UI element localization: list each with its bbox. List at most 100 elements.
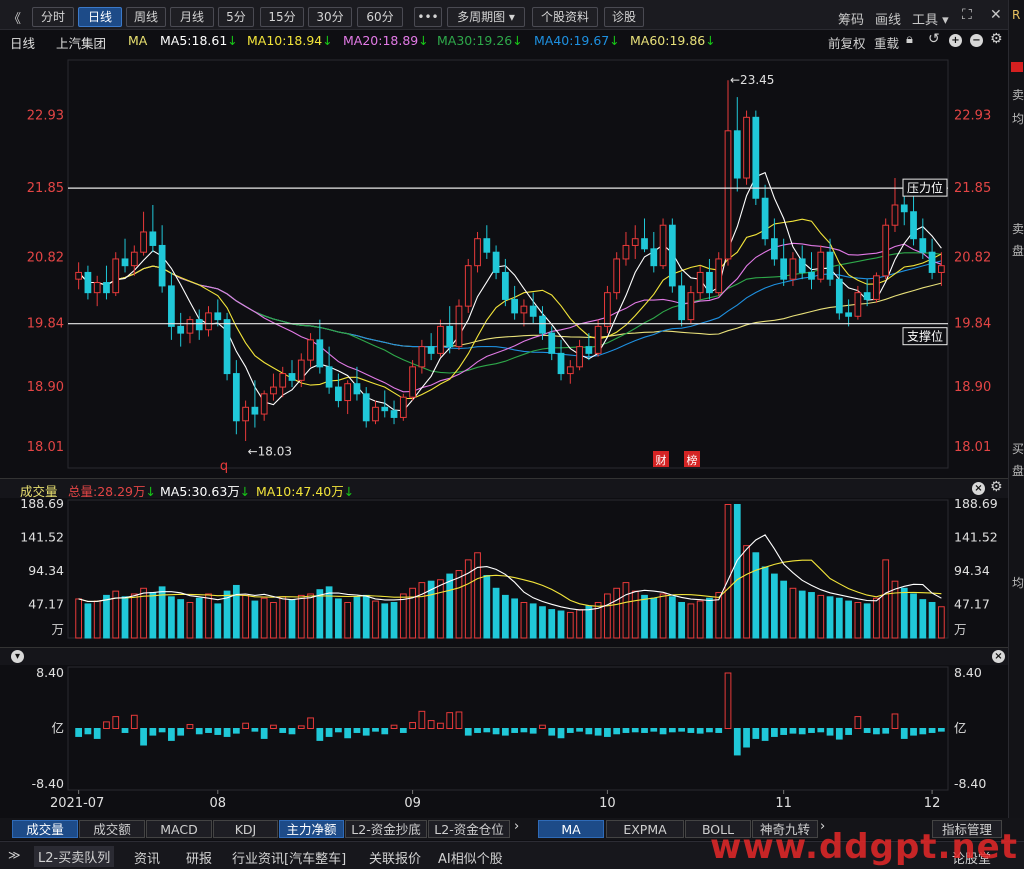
indicator-tab-0[interactable]: 成交量 [12,820,78,838]
flow-bar [149,728,157,736]
indicator-tab-6[interactable]: L2-资金仓位 [428,820,510,838]
volume-bar [409,587,416,639]
flow-bar [650,728,658,732]
volume-bar [455,570,463,639]
flow-bar [232,728,240,734]
flow-bar [733,728,741,756]
flow-bar [223,728,231,737]
flow-bar [604,728,611,737]
candle-body [576,346,583,368]
close-flow-panel-icon[interactable]: × [992,650,1005,663]
candle-body [900,204,908,213]
volume-bar [566,611,574,639]
flow-bar [900,728,908,739]
more-periods-button[interactable]: ••• [414,7,442,27]
lock-icon[interactable]: 🔒︎ [906,32,913,47]
candle-body [242,406,249,422]
undo-icon[interactable]: ↺ [928,31,940,47]
kline-chart-area[interactable]: 22.93 22.93 21.85 21.85 20.82 20.82 19.84 19.84… [0,30,1008,820]
volume-title[interactable]: 成交量 [20,481,58,500]
candle-body [437,325,444,354]
x-axis-label: 10 [599,796,616,811]
candle-body [696,271,704,294]
ma5-value: MA5:18.61↓ [160,33,238,48]
flow-bar [678,728,685,732]
status-item-5[interactable]: AI相似个股 [438,848,503,867]
draw-line-button[interactable]: 画线 [875,9,901,28]
adjust-button[interactable]: 前复权 [828,33,866,52]
flow-bar [362,728,370,736]
diagnose-button[interactable]: 诊股 [604,7,644,27]
multi-period-button[interactable]: 多周期图 ▾ [447,7,525,27]
candle-body [223,319,231,375]
status-item-1[interactable]: 资讯 [134,848,160,867]
status-item-4[interactable]: 关联报价 [369,848,421,867]
flow-bar [93,728,101,739]
x-axis-label: 08 [210,796,227,811]
flow-bar [808,728,815,733]
volume-bar [270,601,277,639]
indicator-name[interactable]: MA [128,33,147,48]
flow-bar [437,722,444,730]
candle-body [455,305,463,348]
chart-canvas[interactable]: 22.93 22.93 21.85 21.85 20.82 20.82 19.84 19.84… [0,30,1008,820]
volume-bar [93,600,101,639]
period-tab-3[interactable]: 月线 [170,7,214,27]
status-item-3[interactable]: 行业资讯[汽车整车] [232,848,346,867]
collapse-bottom-icon[interactable]: ≫ [8,848,21,862]
candle-body [743,116,750,179]
flow-bar [882,728,890,734]
zoom-out-icon[interactable]: − [970,34,983,47]
volume-settings-icon[interactable]: ⚙ [990,479,1003,495]
indicator-tab-4[interactable]: 主力净额 [279,820,344,838]
volume-bar [437,579,444,639]
ma-tab-0[interactable]: MA [538,820,604,838]
period-tab-1[interactable]: 日线 [78,7,122,27]
volume-bar [826,596,834,639]
period-tab-7[interactable]: 60分 [357,7,403,27]
right-strip-label-3: 卖 [1012,222,1024,236]
candle-body [270,386,277,395]
chips-button[interactable]: 筹码 [838,9,864,28]
flow-bar [168,728,175,741]
flow-axis-label-left: 亿 [51,721,64,736]
candle-body [501,271,509,300]
indicator-tab-3[interactable]: KDJ [213,820,278,838]
candle-body [297,359,305,381]
volume-bar [232,584,240,639]
collapse-icon[interactable]: 《 [8,8,21,27]
period-tab-2[interactable]: 周线 [126,7,166,27]
reset-button[interactable]: 重载 [874,33,899,52]
volume-panel-header: 成交量 总量:28.29万↓ MA5:30.63万↓ MA10:47.40万↓ … [0,478,1008,500]
candle-body [474,238,481,267]
flow-bar [158,728,166,733]
zoom-in-icon[interactable]: + [949,34,962,47]
indicator-tab-1[interactable]: 成交额 [79,820,145,838]
volume-bar [613,587,621,639]
indicator-tab-2[interactable]: MACD [146,820,212,838]
collapse-panel-icon[interactable]: ▾ [11,650,24,663]
tools-menu[interactable]: 工具 ▾ [912,9,949,28]
stock-info-button[interactable]: 个股资料 [532,7,598,27]
candle-body [103,282,110,294]
indicator-tab-5[interactable]: L2-资金抄底 [345,820,427,838]
settings-icon[interactable]: ⚙ [990,31,1003,47]
period-tab-0[interactable]: 分时 [32,7,74,27]
period-tab-6[interactable]: 30分 [308,7,352,27]
tabs-scroll-right-icon[interactable]: › [514,819,519,834]
flow-bar [835,728,843,740]
candle-body [492,251,500,273]
period-tab-4[interactable]: 5分 [218,7,254,27]
candle-body [585,346,593,354]
candle-body [427,346,435,354]
ma-tab-1[interactable]: EXPMA [606,820,684,838]
close-icon[interactable]: ✕ [990,7,1002,23]
period-tab-5[interactable]: 15分 [260,7,304,27]
expand-icon[interactable]: ⛶ [962,7,972,23]
event-marker-q: q [220,459,228,474]
support-label: 支撑位 [907,329,943,344]
candle-body [659,224,667,267]
close-volume-panel-icon[interactable]: × [972,482,985,495]
status-item-0[interactable]: L2-买卖队列 [34,846,115,867]
status-item-2[interactable]: 研报 [186,848,212,867]
